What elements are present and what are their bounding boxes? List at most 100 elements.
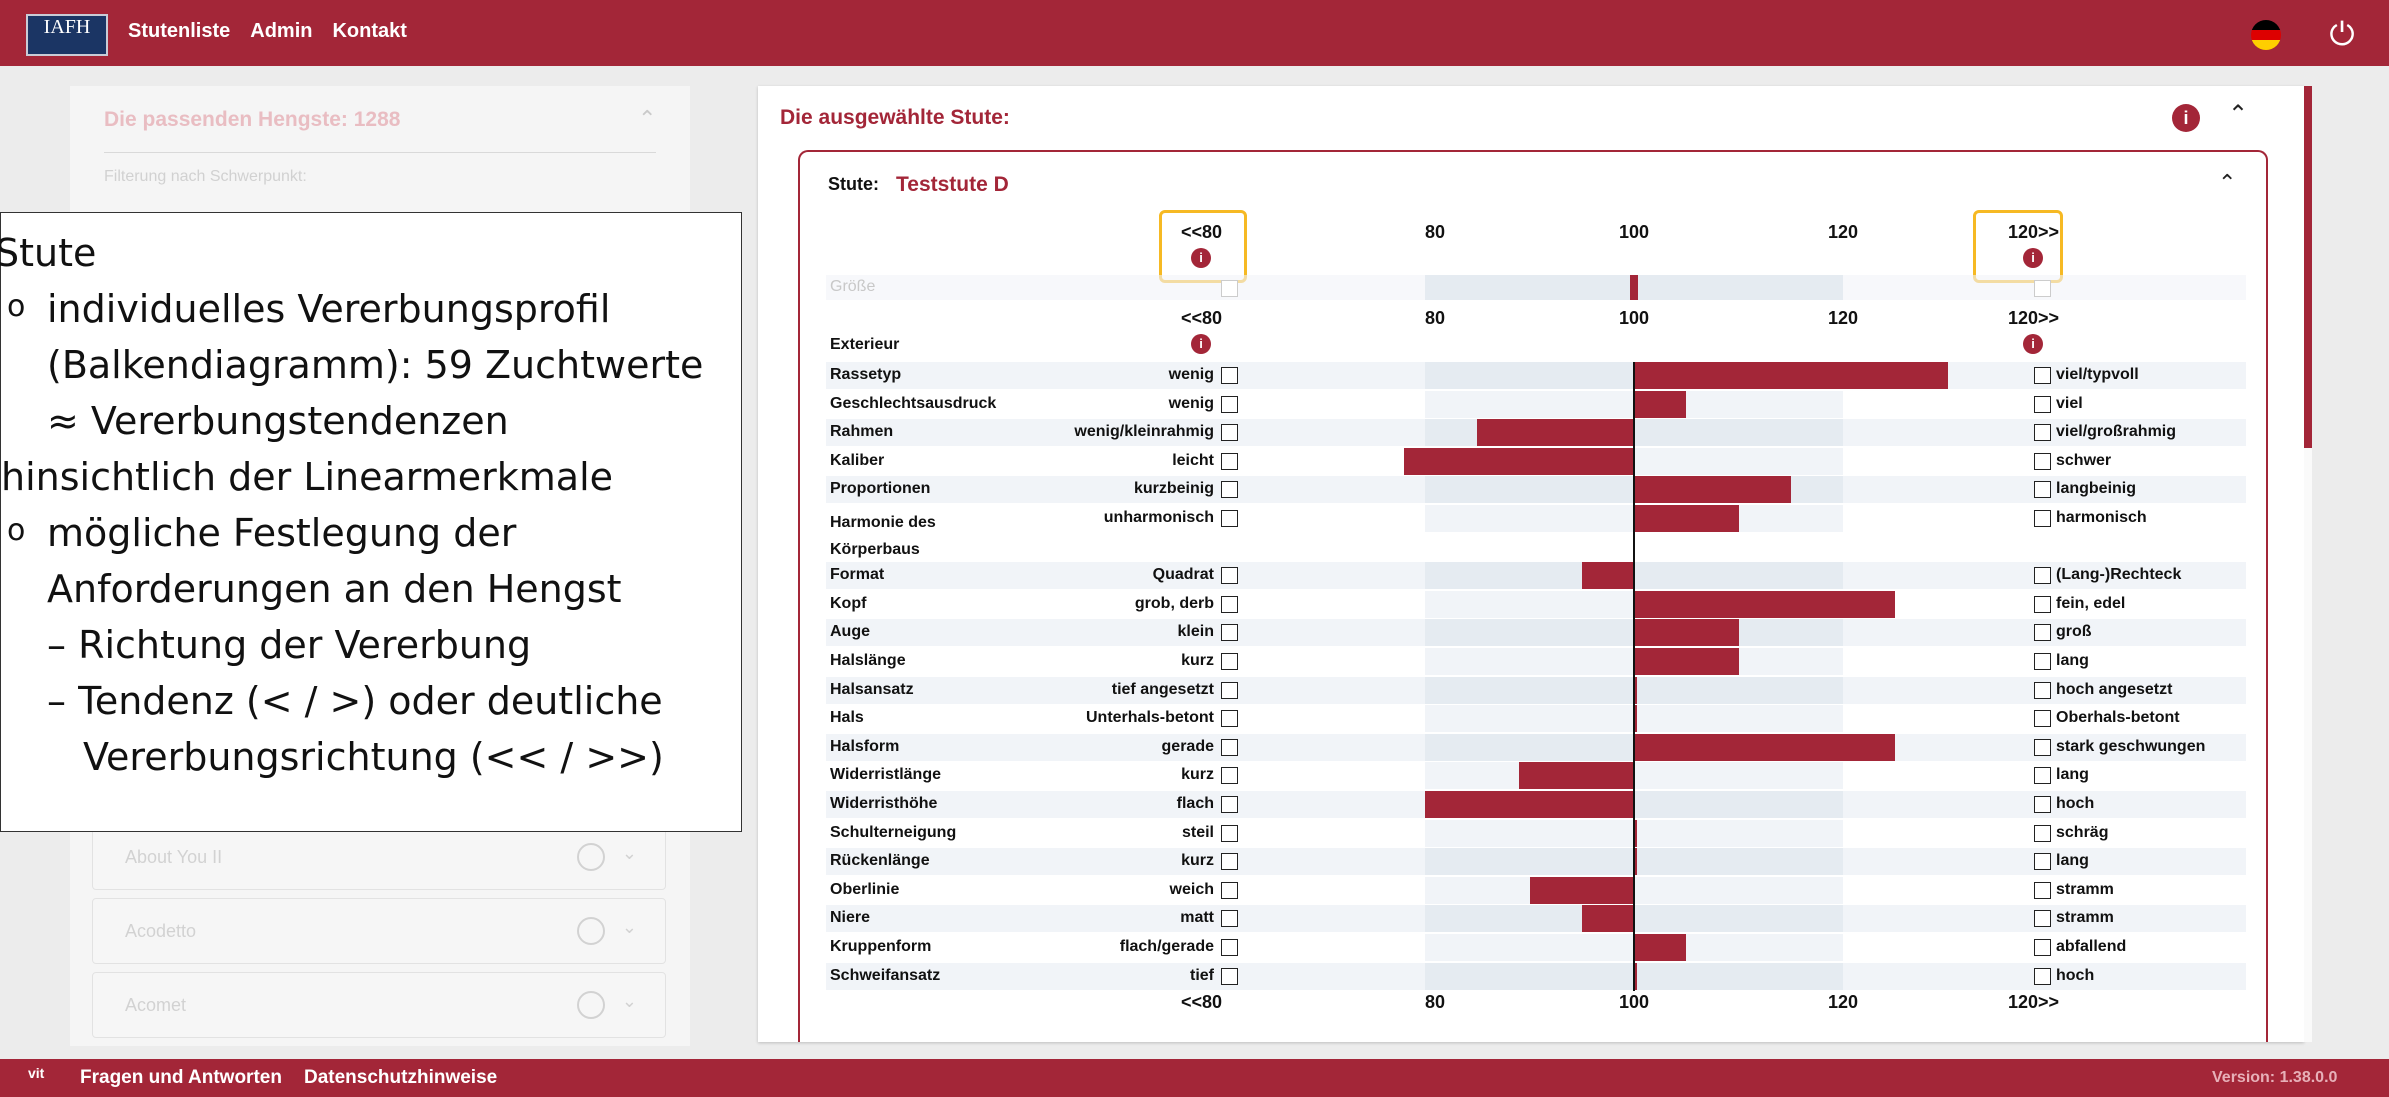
nav-admin[interactable]: Admin: [250, 20, 312, 43]
info-icon[interactable]: i: [1191, 334, 1211, 354]
trait-high-checkbox[interactable]: [2034, 796, 2051, 813]
trait-high-checkbox[interactable]: [2034, 824, 2051, 842]
stallion-item[interactable]: About You II ⌄: [92, 824, 666, 890]
select-circle-icon[interactable]: [577, 991, 605, 1019]
trait-high-checkbox[interactable]: [2034, 710, 2051, 728]
info-icon[interactable]: i: [2023, 248, 2043, 268]
highlight-box-low: [1159, 210, 1247, 283]
trait-low-checkbox[interactable]: [1221, 424, 1238, 442]
privacy-link[interactable]: Datenschutzhinweise: [304, 1067, 497, 1089]
trait-low-checkbox[interactable]: [1221, 624, 1238, 642]
stallion-item[interactable]: Acodetto ⌄: [92, 898, 666, 964]
trait-low-label: klein: [1177, 623, 1214, 641]
trait-high-checkbox[interactable]: [2034, 424, 2051, 442]
divider: [104, 152, 656, 153]
scrollbar-thumb[interactable]: [2304, 86, 2312, 448]
trait-high-checkbox[interactable]: [2034, 853, 2051, 871]
trait-high-checkbox[interactable]: [2034, 967, 2051, 985]
stallion-name: About You II: [125, 847, 223, 867]
trait-high-checkbox[interactable]: [2034, 395, 2051, 413]
trait-label: Auge: [830, 623, 870, 641]
trait-high-checkbox[interactable]: [2034, 910, 2051, 928]
iafh-logo[interactable]: IAFH: [26, 14, 108, 56]
value-bar: [1634, 934, 1687, 961]
groesse-checkbox[interactable]: [1221, 280, 1238, 297]
trait-low-label: kurz: [1181, 852, 1214, 870]
trait-high-checkbox[interactable]: [2034, 481, 2051, 499]
power-icon[interactable]: ⏻: [2322, 14, 2362, 54]
value-bar: [1634, 619, 1739, 647]
trait-low-checkbox[interactable]: [1221, 710, 1238, 728]
trait-low-label: matt: [1180, 909, 1214, 927]
stallion-item[interactable]: Acomet ⌄: [92, 972, 666, 1038]
trait-label: Harmonie des Körperbaus: [830, 514, 936, 558]
trait-low-checkbox[interactable]: [1221, 939, 1238, 956]
faq-link[interactable]: Fragen und Antworten: [80, 1067, 282, 1089]
chevron-up-icon[interactable]: ⌃: [638, 106, 656, 132]
trait-high-label: stramm: [2056, 909, 2114, 927]
nav-kontakt[interactable]: Kontakt: [332, 20, 406, 43]
trait-low-checkbox[interactable]: [1221, 595, 1238, 613]
info-icon[interactable]: i: [2023, 334, 2043, 354]
trait-high-checkbox[interactable]: [2034, 939, 2051, 956]
trait-high-checkbox[interactable]: [2034, 738, 2051, 756]
chevron-down-icon[interactable]: ⌄: [622, 991, 637, 1012]
chevron-down-icon[interactable]: ⌄: [622, 917, 637, 938]
trait-low-checkbox[interactable]: [1221, 510, 1238, 527]
stallion-name: Acodetto: [125, 921, 197, 941]
trait-low-checkbox[interactable]: [1221, 738, 1238, 756]
trait-low-checkbox[interactable]: [1221, 767, 1238, 785]
trait-low-checkbox[interactable]: [1221, 824, 1238, 842]
trait-low-checkbox[interactable]: [1221, 567, 1238, 585]
trait-high-checkbox[interactable]: [2034, 595, 2051, 613]
main-nav: Stutenliste Admin Kontakt: [128, 20, 407, 43]
trait-low-label: kurz: [1181, 652, 1214, 669]
trait-low-checkbox[interactable]: [1221, 910, 1238, 928]
trait-low-checkbox[interactable]: [1221, 796, 1238, 813]
flag-stripe-gold: [2251, 40, 2281, 50]
select-circle-icon[interactable]: [577, 917, 605, 945]
trait-low-checkbox[interactable]: [1221, 395, 1238, 413]
german-flag-icon[interactable]: [2251, 20, 2281, 50]
groesse-checkbox[interactable]: [2034, 280, 2051, 297]
trait-low-label: tief: [1190, 966, 1214, 984]
value-bar: [1634, 505, 1739, 532]
trait-high-checkbox[interactable]: [2034, 624, 2051, 642]
trait-label: Rassetyp: [830, 366, 902, 383]
info-icon[interactable]: i: [1191, 248, 1211, 268]
trait-low-checkbox[interactable]: [1221, 967, 1238, 985]
trait-high-checkbox[interactable]: [2034, 452, 2051, 470]
trait-low-checkbox[interactable]: [1221, 681, 1238, 699]
trait-high-checkbox[interactable]: [2034, 881, 2051, 899]
trait-low-checkbox[interactable]: [1221, 481, 1238, 499]
trait-high-label: lang: [2056, 652, 2089, 669]
trait-low-checkbox[interactable]: [1221, 653, 1238, 670]
nav-stutenliste[interactable]: Stutenliste: [128, 20, 230, 43]
scale-tick-label: 120: [1828, 222, 1859, 242]
scale-tick-label: <<80: [1181, 222, 1223, 242]
trait-high-checkbox[interactable]: [2034, 653, 2051, 670]
trait-high-checkbox[interactable]: [2034, 510, 2051, 527]
trait-high-checkbox[interactable]: [2034, 567, 2051, 585]
trait-high-checkbox[interactable]: [2034, 681, 2051, 699]
trait-label: Oberlinie: [830, 880, 900, 898]
callout-line: Stute: [0, 231, 97, 275]
logo-text: IAFH: [43, 16, 91, 38]
trait-label: Kopf: [830, 594, 867, 612]
trait-low-checkbox[interactable]: [1221, 881, 1238, 899]
callout-line: (Balkendiagramm): 59 Zuchtwerte: [47, 343, 704, 387]
trait-low-checkbox[interactable]: [1221, 853, 1238, 871]
trait-high-checkbox[interactable]: [2034, 767, 2051, 785]
trait-label: Proportionen: [830, 480, 931, 498]
chevron-down-icon[interactable]: ⌄: [622, 843, 637, 864]
trait-high-label: Oberhals-betont: [2056, 709, 2180, 727]
trait-high-checkbox[interactable]: [2034, 367, 2051, 384]
scale-tick-label: 80: [1425, 222, 1446, 242]
select-circle-icon[interactable]: [577, 843, 605, 871]
callout-line: ≈ Vererbungstendenzen: [47, 399, 509, 443]
annotation-callout: Stute individuelles Vererbungsprofil o (Bal…: [0, 212, 742, 832]
value-bar: [1634, 733, 1896, 761]
trait-low-checkbox[interactable]: [1221, 452, 1238, 470]
trait-low-checkbox[interactable]: [1221, 367, 1238, 384]
trait-low-label: kurz: [1181, 766, 1214, 784]
